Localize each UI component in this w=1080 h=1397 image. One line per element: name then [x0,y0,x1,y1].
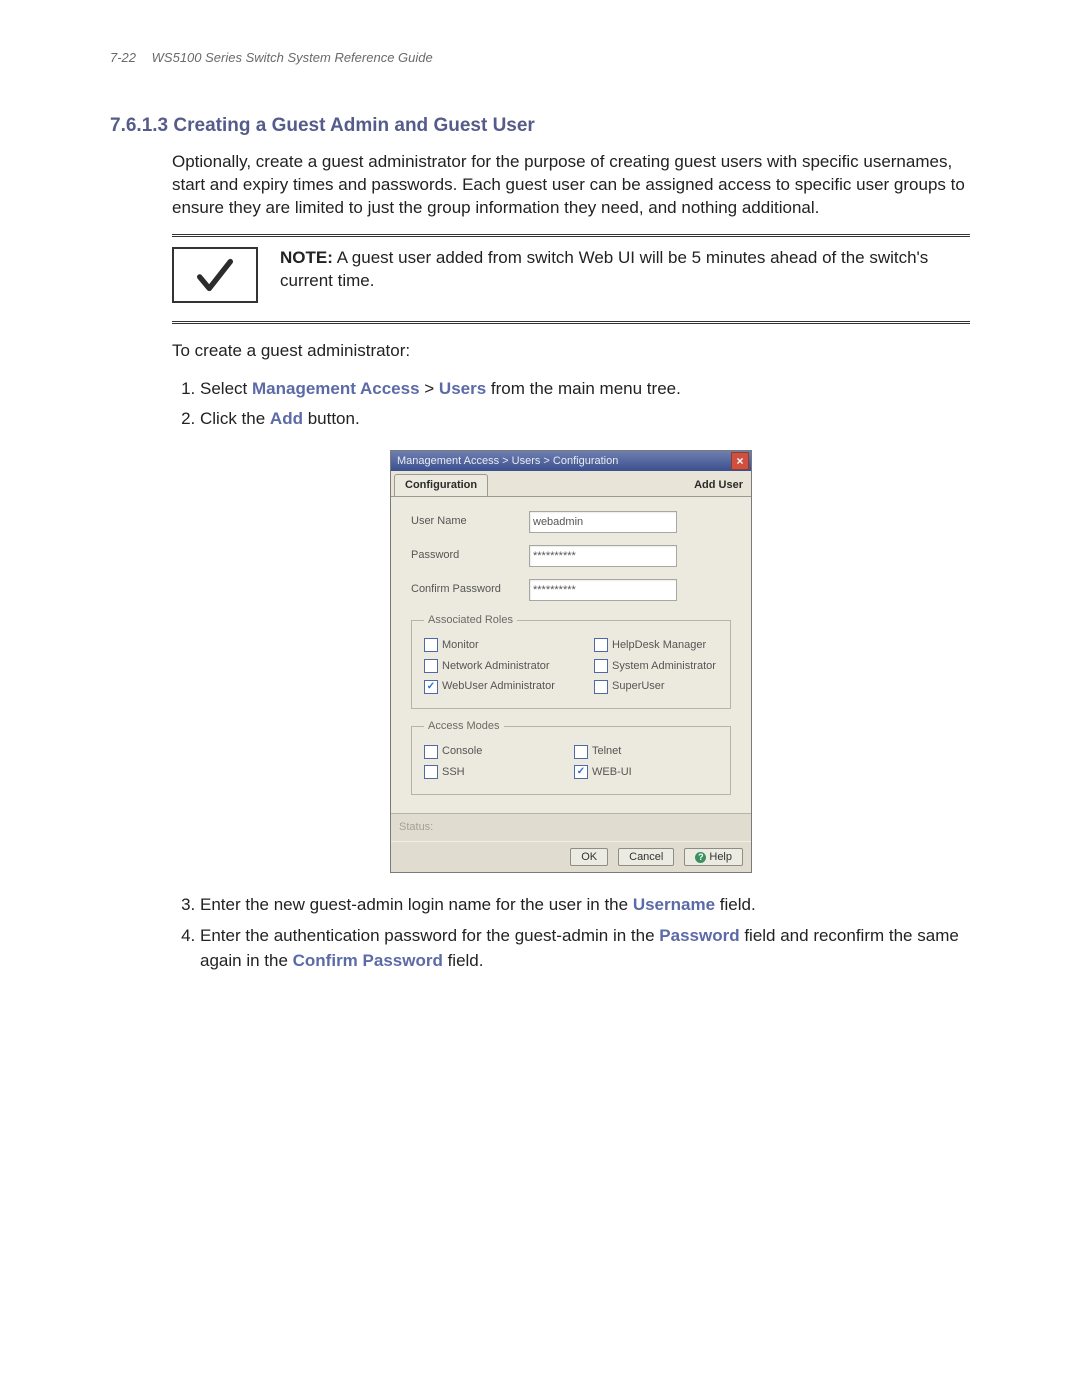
checkbox-telnet[interactable]: Telnet [574,744,621,759]
note-text: NOTE: A guest user added from switch Web… [280,247,970,293]
checkbox-web-ui[interactable]: WEB-UI [574,765,632,780]
ok-button[interactable]: OK [570,848,608,867]
checkbox-monitor[interactable]: Monitor [424,638,594,653]
checkbox-webuser-administrator[interactable]: WebUser Administrator [424,679,594,694]
step-3: Enter the new guest-admin login name for… [200,893,970,918]
divider [172,234,970,237]
label-confirm-password: Confirm Password [411,582,519,597]
step-4: Enter the authentication password for th… [200,924,970,973]
label-password: Password [411,548,519,563]
section-title: Creating a Guest Admin and Guest User [173,115,534,136]
section-number: 7.6.1.3 [110,115,168,136]
doc-title: WS5100 Series Switch System Reference Gu… [152,50,433,65]
keyword-add: Add [270,409,303,428]
intro-paragraph: Optionally, create a guest administrator… [172,151,970,220]
tab-configuration[interactable]: Configuration [394,474,488,496]
lead-in: To create a guest administrator: [172,340,970,363]
help-button[interactable]: ?Help [684,848,743,867]
running-header: 7-22 WS5100 Series Switch System Referen… [110,50,970,65]
dialog-titlebar: Management Access > Users > Configuratio… [391,451,751,471]
page-number: 7-22 [110,50,136,65]
section-heading: 7.6.1.3 Creating a Guest Admin and Guest… [110,115,970,137]
checkbox-helpdesk-manager[interactable]: HelpDesk Manager [594,638,706,653]
cancel-button[interactable]: Cancel [618,848,674,867]
checkbox-system-administrator[interactable]: System Administrator [594,659,716,674]
keyword-management-access: Management Access [252,379,420,398]
add-user-dialog: Management Access > Users > Configuratio… [390,450,752,873]
close-icon[interactable]: × [731,452,749,470]
dialog-tabbar: Configuration Add User [391,471,751,497]
associated-roles-group: Associated Roles Monitor HelpDesk Manage… [411,613,731,709]
dialog-breadcrumb: Management Access > Users > Configuratio… [397,454,731,469]
username-input[interactable] [529,511,677,533]
access-modes-legend: Access Modes [424,719,504,734]
dialog-button-row: OK Cancel ?Help [391,841,751,873]
step-2: Click the Add button. [200,407,970,432]
checkbox-ssh[interactable]: SSH [424,765,574,780]
dialog-subtitle: Add User [694,478,743,496]
dialog-body: User Name Password Confirm Password Asso… [391,497,751,813]
keyword-password: Password [659,926,739,945]
roles-legend: Associated Roles [424,613,517,628]
confirm-password-input[interactable] [529,579,677,601]
checkbox-network-administrator[interactable]: Network Administrator [424,659,594,674]
divider [172,321,970,324]
password-input[interactable] [529,545,677,567]
document-page: 7-22 WS5100 Series Switch System Referen… [0,0,1080,1039]
note-box: NOTE: A guest user added from switch Web… [172,243,970,307]
checkmark-icon [172,247,258,303]
status-bar: Status: [391,813,751,841]
help-icon: ? [695,852,706,863]
keyword-users: Users [439,379,486,398]
step-list: Select Management Access > Users from th… [172,377,970,432]
step-list-cont: Enter the new guest-admin login name for… [172,893,970,973]
keyword-confirm-password: Confirm Password [293,951,443,970]
note-label: NOTE: [280,248,333,267]
step-1: Select Management Access > Users from th… [200,377,970,402]
access-modes-group: Access Modes Console Telnet SSH WEB-UI [411,719,731,795]
keyword-username: Username [633,895,715,914]
checkbox-console[interactable]: Console [424,744,574,759]
checkbox-superuser[interactable]: SuperUser [594,679,665,694]
note-body: A guest user added from switch Web UI wi… [280,248,928,290]
label-username: User Name [411,514,519,529]
